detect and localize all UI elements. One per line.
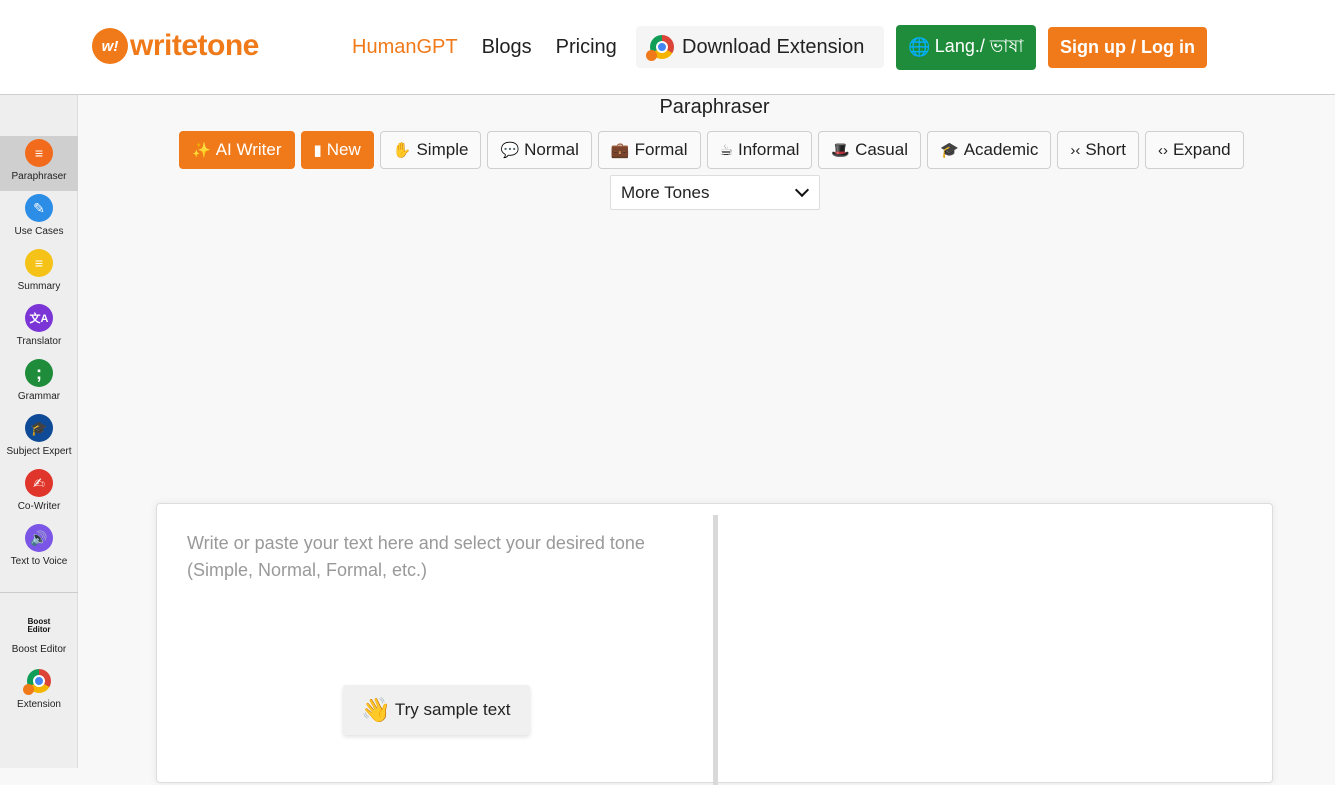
download-extension-button[interactable]: Download Extension [636,26,884,68]
mug-icon: ☕ [719,142,733,159]
tone-label: Normal [524,140,579,159]
chevron-down-icon [794,182,810,197]
sidebar-item-label: Translator [16,336,62,347]
tone-label: Casual [855,140,908,159]
sample-button-label: Try sample text [394,700,511,719]
sidebar-item-label: Paraphraser [11,171,67,182]
sidebar-item-extension[interactable]: Extension [0,664,78,719]
nav-humangpt[interactable]: HumanGPT [352,36,458,59]
chrome-icon [23,667,53,695]
more-tones-label: More Tones [621,182,710,202]
comment-icon: 💬 [500,142,520,159]
nav-pricing[interactable]: Pricing [556,36,617,59]
tone-normal[interactable]: 💬 Normal [487,131,592,169]
logo-text: writetone [130,29,259,62]
waving-hand-icon: 👋 [361,696,391,724]
file-icon: ▮ [313,142,322,159]
tone-label: Expand [1172,140,1231,159]
sidebar-item-label: Text to Voice [10,556,68,567]
briefcase-icon: 💼 [610,142,630,159]
chrome-icon [646,35,674,61]
expand-icon: ‹› [1157,141,1168,159]
sidebar-item-label: Grammar [17,391,61,402]
tone-toolbar: ✨ AI Writer ▮ New ✋ Simple 💬 Normal 💼 Fo… [179,131,1244,169]
tone-short[interactable]: ›‹ Short [1057,131,1139,169]
pencil-icon: ✎ [25,194,53,222]
hand-sparkle-icon: ✋ [392,142,412,159]
language-button[interactable]: 🌐 Lang./ ভাষা [896,25,1036,70]
language-label: Lang./ ভাষা [934,36,1024,56]
semicolon-icon: ; [25,359,53,387]
sidebar-item-label: Extension [17,699,61,710]
tone-expand[interactable]: ‹› Expand [1144,131,1244,169]
download-extension-label: Download Extension [682,35,865,58]
input-placeholder: Write or paste your text here and select… [187,533,645,580]
new-button[interactable]: ▮ New [300,131,374,169]
tone-label: Academic [963,140,1039,159]
sidebar-item-text-to-voice[interactable]: 🔊 Text to Voice [0,521,78,576]
more-tones-dropdown[interactable]: More Tones [610,175,820,210]
graduation-cap-icon: 🎓 [25,414,53,442]
tone-formal[interactable]: 💼 Formal [597,131,701,169]
boost-editor-icon: Boost Editor [27,617,51,634]
tone-informal[interactable]: ☕ Informal [706,131,813,169]
sidebar-item-label: Co-Writer [17,501,61,512]
input-text-area[interactable]: Write or paste your text here and select… [157,504,713,782]
page-title: Paraphraser [659,96,770,118]
sidebar-item-subject-expert[interactable]: 🎓 Subject Expert [0,411,78,466]
tone-label: AI Writer [215,140,282,159]
tone-simple[interactable]: ✋ Simple [379,131,482,169]
sidebar: ≡ Paraphraser ✎ Use Cases ≡ Summary 文A T… [0,95,78,768]
tone-label: Simple [416,140,469,159]
tone-label: Short [1085,140,1126,159]
sidebar-item-label: Subject Expert [6,446,72,457]
lines-icon: ≡ [25,249,53,277]
sidebar-item-grammar[interactable]: ; Grammar [0,356,78,411]
sidebar-item-label: Summary [17,281,61,292]
hand-writing-icon: ✍ [25,469,53,497]
sidebar-divider [0,592,78,593]
translate-icon: 文A [25,304,53,332]
ai-writer-button[interactable]: ✨ AI Writer [179,131,295,169]
tone-casual[interactable]: 🎩 Casual [818,131,921,169]
nav-blogs[interactable]: Blogs [482,36,532,59]
tone-label: Formal [634,140,688,159]
tone-academic[interactable]: 🎓 Academic [927,131,1052,169]
paraphraser-icon: ≡ [25,139,53,167]
compress-icon: ›‹ [1070,141,1081,159]
main-nav: HumanGPT Blogs Pricing [352,26,641,68]
sidebar-item-use-cases[interactable]: ✎ Use Cases [0,191,78,246]
sidebar-item-translator[interactable]: 文A Translator [0,301,78,356]
output-text-area [718,504,1272,782]
top-header: w! writetone HumanGPT Blogs Pricing Down… [0,0,1335,95]
logo[interactable]: w! writetone [92,28,259,64]
try-sample-text-button[interactable]: 👋 Try sample text [343,685,530,735]
logo-badge-icon: w! [92,28,128,64]
sidebar-item-paraphraser[interactable]: ≡ Paraphraser [0,136,78,191]
signup-login-button[interactable]: Sign up / Log in [1048,27,1207,68]
sidebar-item-boost-editor[interactable]: Boost Editor Boost Editor [0,609,78,664]
globe-icon: 🌐 [908,37,931,57]
sidebar-item-label: Use Cases [14,226,64,237]
tone-label: New [326,140,361,159]
editor-panel: Write or paste your text here and select… [156,503,1273,785]
magic-wand-icon: ✨ [192,142,211,159]
sidebar-item-label: Boost Editor [11,644,67,655]
speaker-icon: 🔊 [25,524,53,552]
sidebar-item-co-writer[interactable]: ✍ Co-Writer [0,466,78,521]
tone-label: Informal [737,140,800,159]
sidebar-item-summary[interactable]: ≡ Summary [0,246,78,301]
graduation-cap-icon: 🎓 [940,142,959,159]
hat-icon: 🎩 [831,142,851,159]
